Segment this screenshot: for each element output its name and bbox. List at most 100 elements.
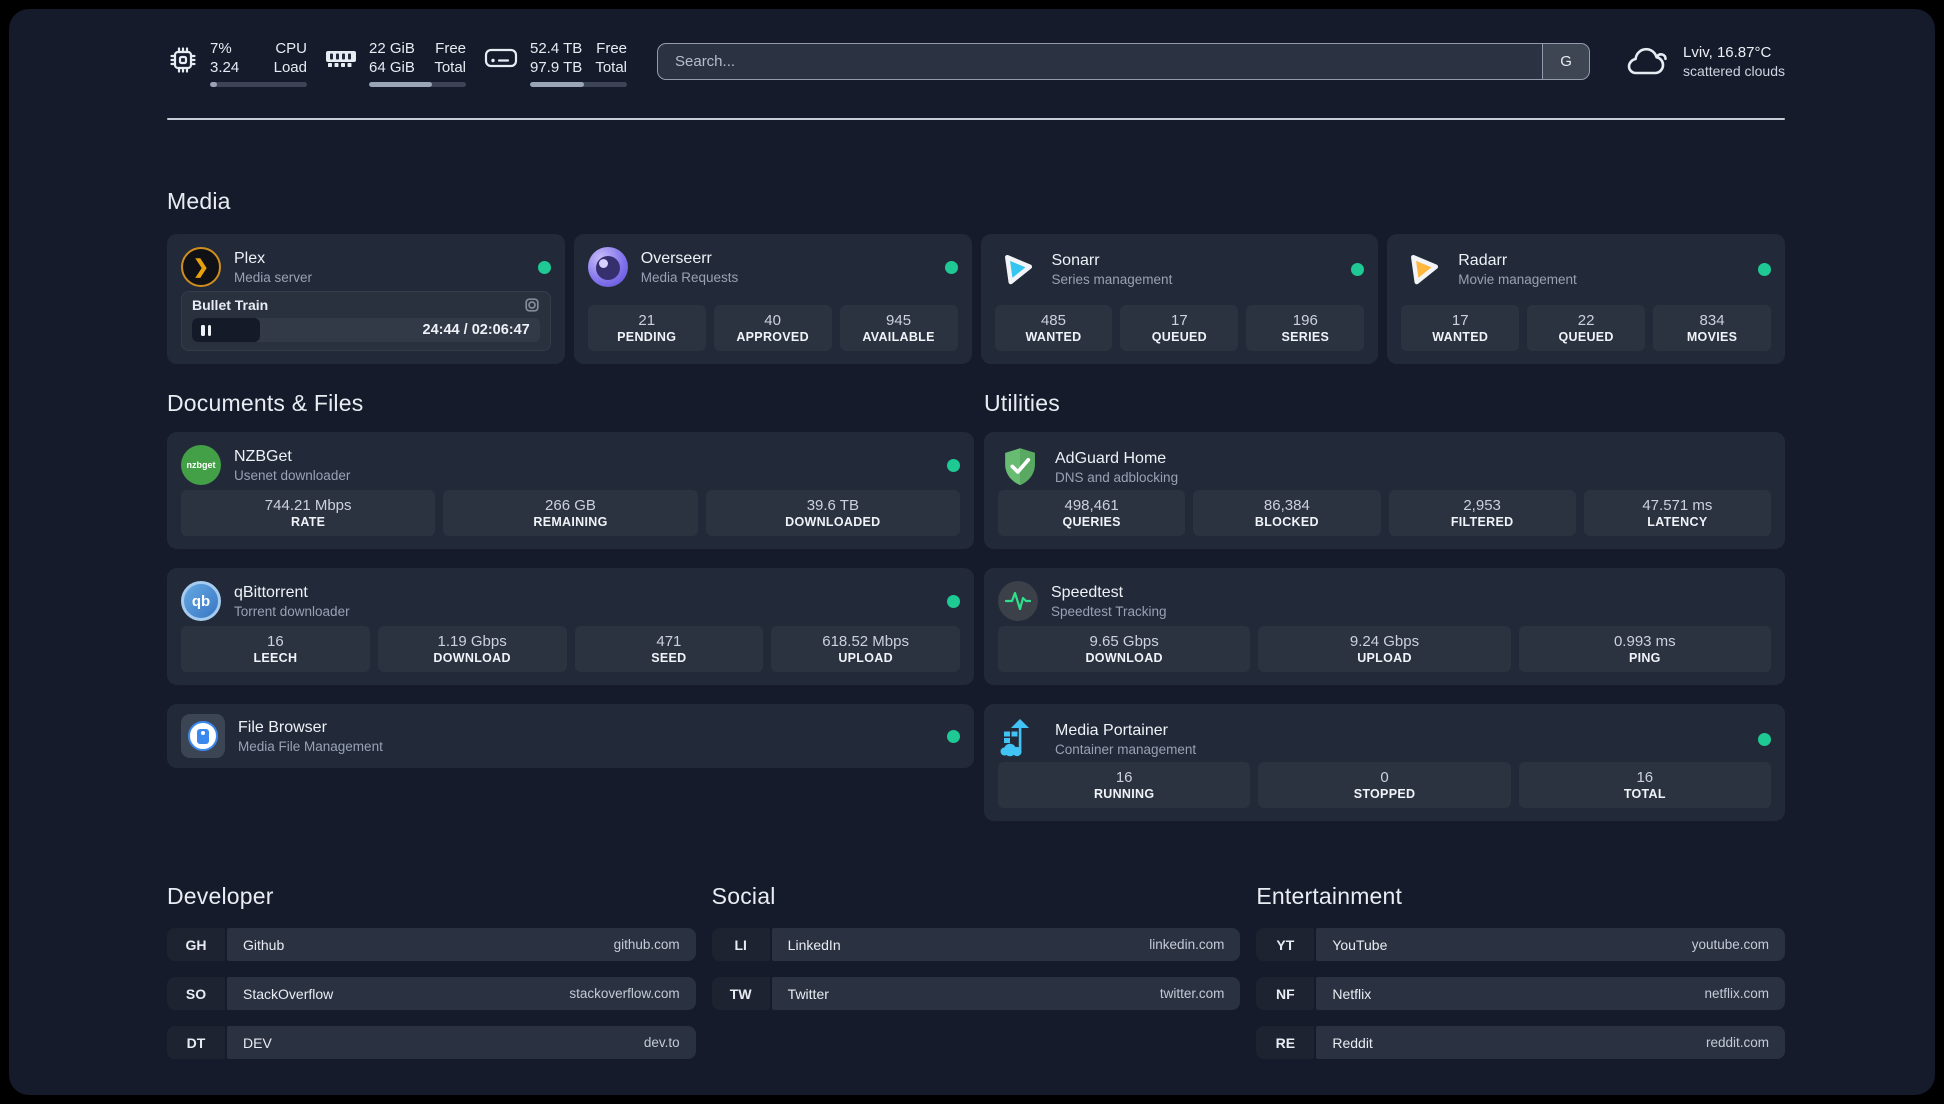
stat-value: 16	[1636, 769, 1654, 786]
stat-tile: 22 QUEUED	[1527, 305, 1646, 351]
app-card-radarr[interactable]: Radarr Movie management 17 WANTED 22 QUE…	[1387, 234, 1785, 364]
bookmark-linkedin[interactable]: LI LinkedIn linkedin.com	[711, 928, 1241, 961]
app-subtitle: Media Requests	[640, 269, 739, 285]
section-title-entertainment: Entertainment	[1256, 883, 1403, 909]
stat-tile: 47.571 ms LATENCY	[1583, 490, 1771, 536]
bookmark-netflix[interactable]: NF Netflix netflix.com	[1256, 977, 1786, 1010]
sonarr-icon	[1004, 254, 1032, 285]
bookmark-url: stackoverflow.com	[569, 986, 680, 1001]
adguard-icon	[1005, 448, 1035, 486]
app-subtitle: DNS and adblocking	[1055, 469, 1179, 485]
bookmark-reddit[interactable]: RE Reddit reddit.com	[1256, 1026, 1786, 1059]
playback-progress-bar[interactable]: 24:44 / 02:06:47	[192, 318, 540, 342]
stat-value: 471	[656, 633, 682, 650]
stat-label: DOWNLOADED	[785, 515, 881, 529]
search-engine-button[interactable]: G	[1542, 44, 1590, 79]
bookmark-name: Twitter	[787, 985, 829, 1002]
section-social: Social LI LinkedIn linkedin.com TW Twitt…	[711, 883, 1241, 1075]
stat-tile: 0 STOPPED	[1258, 762, 1511, 808]
bookmark-url: youtube.com	[1691, 937, 1770, 952]
stat-tile: 834 MOVIES	[1653, 305, 1772, 351]
stat-label: SERIES	[1281, 330, 1330, 344]
playback-progress-fill	[192, 318, 260, 342]
bookmark-abbr: NF	[1256, 977, 1315, 1010]
app-name: Speedtest	[1051, 583, 1124, 601]
bookmark-url: linkedin.com	[1149, 937, 1225, 952]
app-card-adguard[interactable]: AdGuard Home DNS and adblocking 498,461 …	[984, 432, 1785, 549]
stat-value: 9.65 Gbps	[1089, 633, 1159, 650]
disk-progress-fill	[530, 82, 585, 87]
app-subtitle: Media File Management	[238, 738, 383, 754]
session-icon[interactable]	[524, 297, 540, 313]
stat-label: QUERIES	[1062, 515, 1121, 529]
top-bar: 7% 3.24 CPU Load 22 GiB 64 GiB Free Tota…	[167, 9, 1785, 87]
header-divider	[167, 118, 1785, 120]
stat-label: PENDING	[617, 330, 677, 344]
app-card-nzbget[interactable]: nzbget NZBGet Usenet downloader 744.21 M…	[167, 432, 974, 549]
stat-value: 196	[1292, 312, 1318, 329]
bookmark-name: StackOverflow	[243, 985, 334, 1002]
app-card-qbittorrent[interactable]: qb qBittorrent Torrent downloader 16 LEE…	[167, 568, 974, 685]
stat-tile: 40 APPROVED	[713, 305, 832, 351]
app-card-overseerr[interactable]: Overseerr Media Requests 21 PENDING 40 A…	[573, 234, 972, 364]
stat-label: BLOCKED	[1254, 515, 1319, 529]
stat-value: 40	[764, 312, 781, 329]
bookmark-name: DEV	[243, 1034, 272, 1051]
stat-tile: 471 SEED	[574, 626, 764, 672]
stat-value: 16	[267, 633, 284, 650]
portainer-icon	[1000, 719, 1029, 757]
status-dot	[537, 260, 551, 274]
bookmark-stackoverflow[interactable]: SO StackOverflow stackoverflow.com	[167, 977, 696, 1010]
stat-tile: 0.993 ms PING	[1518, 626, 1771, 672]
stat-value: 39.6 TB	[806, 497, 859, 514]
bookmark-url: dev.to	[643, 1035, 680, 1050]
stat-value: 1.19 Gbps	[437, 633, 507, 650]
bookmark-twitter[interactable]: TW Twitter twitter.com	[711, 977, 1241, 1010]
app-card-plex[interactable]: ❯ Plex Media server Bullet Train 24:44 /…	[167, 234, 565, 364]
app-card-filebrowser[interactable]: File Browser Media File Management	[167, 704, 974, 768]
section-developer: Developer GH Github github.com SO StackO…	[167, 883, 696, 1075]
section-title-media: Media	[167, 188, 231, 214]
stat-value: 834	[1699, 312, 1725, 329]
stat-tile: 498,461 QUERIES	[998, 490, 1186, 536]
bookmark-github[interactable]: GH Github github.com	[167, 928, 696, 961]
weather-widget: Lviv, 16.87°C scattered clouds	[1624, 43, 1785, 81]
app-name: Radarr	[1458, 251, 1508, 269]
app-card-speedtest[interactable]: Speedtest Speedtest Tracking 9.65 Gbps D…	[984, 568, 1785, 685]
stat-value: 21	[638, 312, 656, 329]
stat-label: UPLOAD	[1357, 651, 1412, 665]
cloud-icon	[1627, 47, 1667, 75]
stat-label: QUEUED	[1558, 330, 1614, 344]
section-title-utilities: Utilities	[984, 390, 1060, 416]
stat-value: 266 GB	[545, 497, 596, 514]
stat-tile: 945 AVAILABLE	[839, 305, 958, 351]
bookmark-youtube[interactable]: YT YouTube youtube.com	[1256, 928, 1786, 961]
stat-value: 47.571 ms	[1642, 497, 1713, 514]
bookmark-name: Netflix	[1332, 985, 1372, 1002]
stat-value: 16	[1115, 769, 1133, 786]
section-title-social: Social	[711, 883, 776, 909]
status-dot	[947, 729, 960, 743]
app-name: Plex	[234, 249, 266, 267]
status-dot	[1758, 732, 1771, 746]
stat-label: DOWNLOAD	[433, 651, 511, 665]
stat-label: SEED	[651, 651, 687, 665]
app-card-portainer[interactable]: Media Portainer Container management 16 …	[984, 704, 1785, 821]
cpu-icon	[170, 47, 196, 73]
disk-progress-track	[530, 82, 627, 87]
pause-icon[interactable]	[201, 324, 211, 336]
app-card-sonarr[interactable]: Sonarr Series management 485 WANTED 17 Q…	[980, 234, 1379, 364]
app-subtitle: Usenet downloader	[234, 467, 351, 483]
bookmark-dev[interactable]: DT DEV dev.to	[167, 1026, 696, 1059]
stat-label: AVAILABLE	[862, 330, 935, 344]
cpu-values: 7% 3.24	[210, 40, 240, 76]
stat-label: WANTED	[1025, 330, 1082, 344]
stat-tile: 39.6 TB DOWNLOADED	[705, 490, 960, 536]
status-dot	[947, 594, 960, 608]
stat-tile: 86,384 BLOCKED	[1193, 490, 1381, 536]
stat-value: 744.21 Mbps	[264, 497, 352, 514]
search-input[interactable]	[658, 44, 1543, 79]
section-utilities: Utilities AdGuard Home DNS and adblockin…	[984, 390, 1785, 821]
stat-value: 17	[1171, 312, 1188, 329]
app-subtitle: Container management	[1055, 741, 1197, 757]
